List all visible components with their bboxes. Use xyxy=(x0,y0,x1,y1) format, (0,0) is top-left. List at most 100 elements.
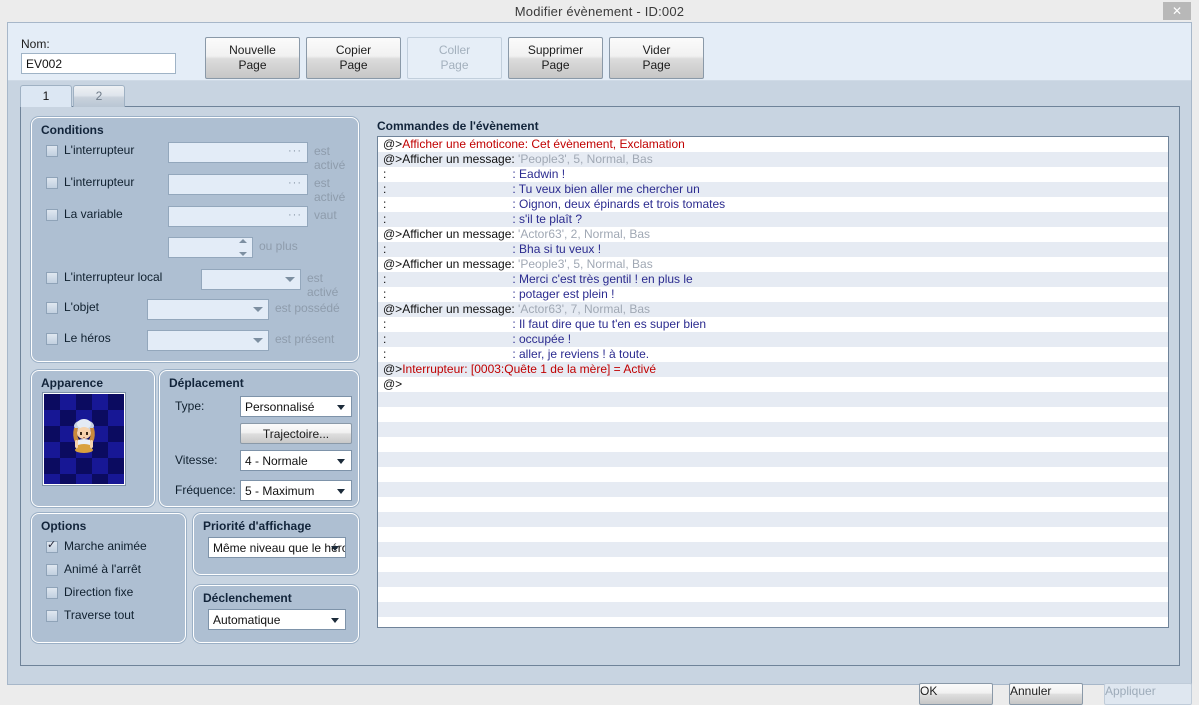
command-text: Afficher un message: xyxy=(402,227,519,241)
command-argument: 'Actor63', 2, Normal, Bas xyxy=(518,227,651,241)
character-sprite-preview[interactable] xyxy=(42,392,126,486)
hero-suffix: est présent xyxy=(275,332,335,346)
event-commands-list[interactable]: @>Afficher une émoticone: Cet évènement,… xyxy=(377,136,1169,628)
hero-combo[interactable] xyxy=(147,330,269,351)
command-row-empty[interactable] xyxy=(378,542,1168,557)
switch2-checkbox[interactable] xyxy=(46,177,58,189)
stand-animation-checkbox[interactable] xyxy=(46,564,58,576)
command-prefix: : xyxy=(383,212,387,226)
item-checkbox[interactable] xyxy=(46,302,58,314)
command-prefix: @> xyxy=(383,137,403,151)
command-row-empty[interactable] xyxy=(378,617,1168,627)
command-row[interactable]: :: aller, je reviens ! à toute. xyxy=(378,347,1168,362)
command-row[interactable]: @>Afficher un message: 'Actor63', 7, Nor… xyxy=(378,302,1168,317)
command-row[interactable]: :: potager est plein ! xyxy=(378,287,1168,302)
variable-label: La variable xyxy=(64,207,123,221)
switch2-picker[interactable]: ··· xyxy=(168,174,308,195)
variable-checkbox[interactable] xyxy=(46,209,58,221)
command-row[interactable]: :: Il faut dire que tu t'en es super bie… xyxy=(378,317,1168,332)
movement-type-combo[interactable]: Personnalisé xyxy=(240,396,352,417)
movement-speed-combo[interactable]: 4 - Normale xyxy=(240,450,352,471)
movement-speed-value: 4 - Normale xyxy=(245,453,308,468)
command-row[interactable]: :: occupée ! xyxy=(378,332,1168,347)
command-row[interactable]: :: Eadwin ! xyxy=(378,167,1168,182)
condition-row: ou plus xyxy=(46,237,356,259)
event-name-input[interactable] xyxy=(21,53,176,74)
condition-row: L'interrupteur ··· est activé xyxy=(46,174,356,204)
switch1-checkbox[interactable] xyxy=(46,145,58,157)
ok-button[interactable]: OK xyxy=(919,683,993,705)
trigger-combo[interactable]: Automatique xyxy=(208,609,346,630)
new-page-button[interactable]: Nouvelle Page xyxy=(205,37,300,79)
hero-label: Le héros xyxy=(64,331,111,345)
command-row-empty[interactable] xyxy=(378,512,1168,527)
command-row[interactable]: @>Afficher un message: 'People3', 5, Nor… xyxy=(378,152,1168,167)
command-row-empty[interactable] xyxy=(378,527,1168,542)
variable-value-suffix: ou plus xyxy=(259,239,298,253)
hero-checkbox[interactable] xyxy=(46,333,58,345)
movement-frequency-combo[interactable]: 5 - Maximum xyxy=(240,480,352,501)
command-row-empty[interactable] xyxy=(378,587,1168,602)
item-combo[interactable] xyxy=(147,299,269,320)
appearance-legend: Apparence xyxy=(41,376,104,390)
chevron-down-icon xyxy=(331,546,339,551)
local-switch-suffix: est activé xyxy=(307,271,339,299)
page-toolbar: Nom: Nouvelle Page Copier Page Coller Pa… xyxy=(8,23,1191,81)
command-text: Afficher un message: xyxy=(402,257,519,271)
command-row[interactable]: @>Afficher un message: 'Actor63', 2, Nor… xyxy=(378,227,1168,242)
command-row-empty[interactable] xyxy=(378,467,1168,482)
command-row[interactable]: @> xyxy=(378,377,1168,392)
variable-value-stepper[interactable] xyxy=(168,237,253,258)
command-row-empty[interactable] xyxy=(378,407,1168,422)
direction-fix-checkbox[interactable] xyxy=(46,587,58,599)
command-row-empty[interactable] xyxy=(378,602,1168,617)
command-row[interactable]: :: Bha si tu veux ! xyxy=(378,242,1168,257)
appearance-group: Apparence xyxy=(31,370,155,507)
variable-picker[interactable]: ··· xyxy=(168,206,308,227)
local-switch-checkbox[interactable] xyxy=(46,272,58,284)
tab-page-1[interactable]: 1 xyxy=(20,85,72,107)
conditions-legend: Conditions xyxy=(41,123,104,137)
command-row-empty[interactable] xyxy=(378,392,1168,407)
command-row[interactable]: @>Afficher une émoticone: Cet évènement,… xyxy=(378,137,1168,152)
trajectory-button[interactable]: Trajectoire... xyxy=(240,423,352,444)
command-row-empty[interactable] xyxy=(378,452,1168,467)
command-prefix: : xyxy=(383,197,387,211)
local-switch-combo[interactable] xyxy=(201,269,301,290)
close-icon[interactable]: ✕ xyxy=(1163,2,1191,20)
delete-page-button[interactable]: Supprimer Page xyxy=(508,37,603,79)
title-bar: Modifier évènement - ID:002 ✕ xyxy=(0,0,1199,22)
command-row-empty[interactable] xyxy=(378,497,1168,512)
tab-page-2[interactable]: 2 xyxy=(73,85,125,107)
command-text: Interrupteur: [0003:Quête 1 de la mère] … xyxy=(402,362,657,376)
condition-row: L'objet est possédé xyxy=(46,299,356,321)
priority-combo[interactable]: Même niveau que le héros xyxy=(208,537,346,558)
command-row[interactable]: :: s'il te plaît ? xyxy=(378,212,1168,227)
clear-page-button[interactable]: Vider Page xyxy=(609,37,704,79)
command-row[interactable]: @>Afficher un message: 'People3', 5, Nor… xyxy=(378,257,1168,272)
command-row[interactable]: :: Merci c'est très gentil ! en plus le xyxy=(378,272,1168,287)
stepper-arrows-icon[interactable] xyxy=(238,239,248,256)
chevron-down-icon xyxy=(253,307,263,312)
condition-row: L'interrupteur ··· est activé xyxy=(46,142,356,172)
variable-suffix: vaut xyxy=(314,208,337,222)
command-row-empty[interactable] xyxy=(378,422,1168,437)
command-text: Afficher un message: xyxy=(402,302,519,316)
command-row-empty[interactable] xyxy=(378,437,1168,452)
priority-value: Même niveau que le héros xyxy=(213,540,346,555)
copy-page-button[interactable]: Copier Page xyxy=(306,37,401,79)
movement-frequency-label: Fréquence: xyxy=(175,483,236,497)
command-prefix: @> xyxy=(383,377,403,391)
switch1-picker[interactable]: ··· xyxy=(168,142,308,163)
local-switch-label: L'interrupteur local xyxy=(64,270,163,284)
window-title: Modifier évènement - ID:002 xyxy=(514,3,685,19)
through-checkbox[interactable] xyxy=(46,610,58,622)
walk-animation-checkbox[interactable] xyxy=(46,538,58,553)
cancel-button[interactable]: Annuler xyxy=(1009,683,1083,705)
command-row-empty[interactable] xyxy=(378,482,1168,497)
command-row[interactable]: :: Tu veux bien aller me chercher un xyxy=(378,182,1168,197)
command-row-empty[interactable] xyxy=(378,557,1168,572)
command-row[interactable]: :: Oignon, deux épinards et trois tomate… xyxy=(378,197,1168,212)
command-row[interactable]: @>Interrupteur: [0003:Quête 1 de la mère… xyxy=(378,362,1168,377)
command-row-empty[interactable] xyxy=(378,572,1168,587)
